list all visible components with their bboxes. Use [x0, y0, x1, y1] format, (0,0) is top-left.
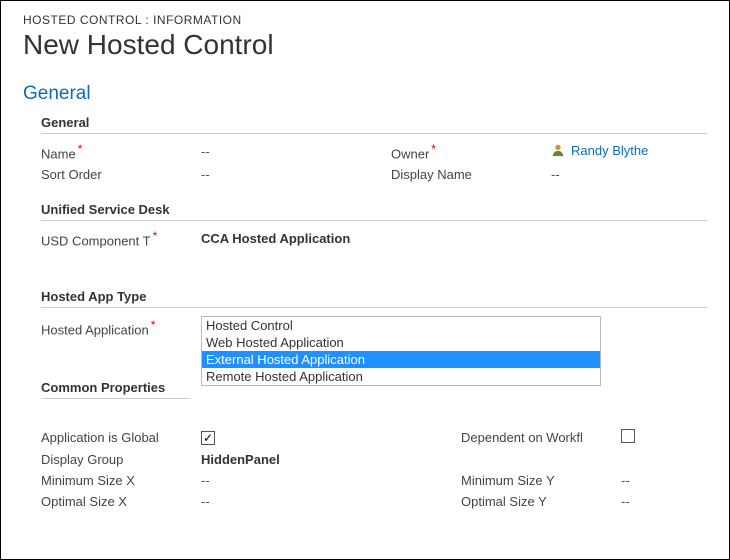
owner-label: Owner* [391, 142, 541, 161]
min-size-y-field[interactable]: -- [621, 473, 681, 488]
sort-order-label: Sort Order [41, 167, 191, 182]
owner-field[interactable]: Randy Blythe [551, 143, 730, 161]
group-hosted-app-type: Hosted App Type Hosted Application* Host… [41, 289, 707, 386]
required-asterisk: * [78, 142, 83, 156]
display-group-label: Display Group [41, 452, 191, 467]
usd-field-grid: USD Component T* CCA Hosted Application [41, 229, 707, 248]
display-name-field[interactable]: -- [551, 167, 730, 182]
group-general: General Name* -- Owner* Randy Blythe Sor… [41, 115, 707, 182]
group-common-properties: Common Properties Application is Global … [41, 380, 707, 509]
dropdown-option[interactable]: Web Hosted Application [202, 334, 600, 351]
dropdown-option[interactable]: Remote Hosted Application [202, 368, 600, 385]
group-header-hosted-app-type: Hosted App Type [41, 289, 707, 308]
sort-order-field[interactable]: -- [201, 167, 381, 182]
opt-size-x-label: Optimal Size X [41, 494, 191, 509]
group-usd: Unified Service Desk USD Component T* CC… [41, 202, 707, 248]
tab-general[interactable]: General [23, 83, 707, 105]
min-size-x-field[interactable]: -- [201, 473, 451, 488]
opt-size-y-field[interactable]: -- [621, 494, 681, 509]
group-header-usd: Unified Service Desk [41, 202, 707, 221]
usd-component-label-text: USD Component T [41, 234, 151, 249]
app-is-global-label: Application is Global [41, 430, 191, 445]
dependent-workflow-label: Dependent on Workfl [461, 430, 611, 445]
opt-size-x-field[interactable]: -- [201, 494, 451, 509]
breadcrumb: HOSTED CONTROL : INFORMATION [23, 13, 707, 27]
display-name-label: Display Name [391, 167, 541, 182]
dependent-workflow-checkbox[interactable] [621, 429, 635, 443]
required-asterisk: * [431, 142, 436, 156]
user-icon [551, 143, 565, 157]
required-asterisk: * [153, 229, 158, 243]
owner-label-text: Owner [391, 146, 429, 161]
required-asterisk: * [151, 318, 156, 332]
name-label: Name* [41, 142, 191, 161]
hosted-application-label: Hosted Application* [41, 316, 191, 337]
dropdown-option[interactable]: External Hosted Application [202, 351, 600, 368]
name-label-text: Name [41, 146, 76, 161]
min-size-y-label: Minimum Size Y [461, 473, 611, 488]
group-header-general: General [41, 115, 707, 134]
group-header-common-properties: Common Properties [41, 380, 191, 399]
hosted-application-dropdown[interactable]: Hosted ControlWeb Hosted ApplicationExte… [201, 316, 601, 386]
usd-component-label: USD Component T* [41, 229, 191, 248]
dropdown-option[interactable]: Hosted Control [202, 317, 600, 334]
min-size-x-label: Minimum Size X [41, 473, 191, 488]
opt-size-y-label: Optimal Size Y [461, 494, 611, 509]
common-field-grid: Application is Global Dependent on Workf… [41, 429, 707, 509]
name-field[interactable]: -- [201, 144, 381, 159]
page-title: New Hosted Control [23, 29, 707, 61]
hosted-application-label-text: Hosted Application [41, 322, 149, 337]
general-field-grid: Name* -- Owner* Randy Blythe Sort Order … [41, 142, 707, 182]
usd-component-field[interactable]: CCA Hosted Application [201, 231, 730, 246]
owner-link[interactable]: Randy Blythe [571, 143, 648, 158]
display-group-field[interactable]: HiddenPanel [201, 452, 681, 467]
app-is-global-checkbox[interactable] [201, 431, 215, 445]
